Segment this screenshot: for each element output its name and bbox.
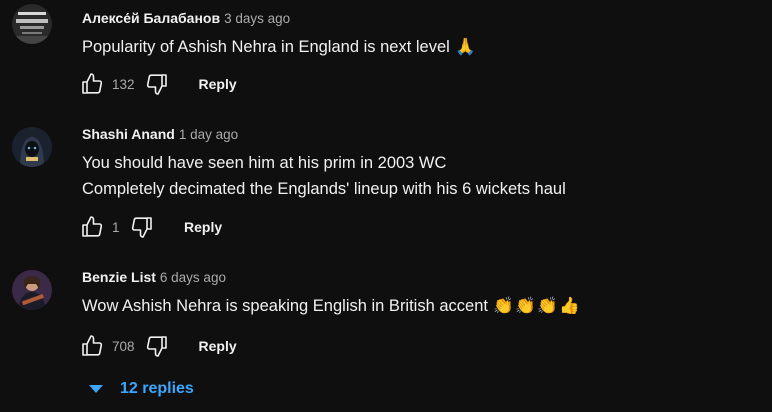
comment-text-line: You should have seen him at his prim in …: [82, 154, 447, 172]
avatar-photo-icon: [12, 127, 52, 167]
clapping-hands-emoji: 👏: [515, 297, 536, 315]
avatar[interactable]: [12, 127, 52, 167]
reply-button[interactable]: Reply: [199, 76, 237, 92]
comment-header: Shashi Anand 1 day ago: [82, 125, 238, 144]
thumbs-up-emoji: 👍: [559, 297, 580, 315]
author-name[interactable]: Benzie List: [82, 269, 156, 285]
replies-count-label: 12 replies: [120, 380, 194, 397]
thumbs-up-icon: [82, 73, 103, 94]
comment-actions: 132 Reply: [80, 70, 237, 98]
dislike-button[interactable]: [130, 215, 154, 239]
thumbs-up-icon: [82, 216, 103, 237]
avatar-photo-icon: [12, 4, 52, 44]
comment-text: Popularity of Ashish Nehra in England is…: [82, 34, 476, 60]
like-button[interactable]: [80, 334, 104, 358]
comment-actions: 1 Reply: [80, 213, 222, 241]
dislike-button[interactable]: [145, 334, 169, 358]
comment-text-line: Wow Ashish Nehra is speaking English in …: [82, 297, 488, 315]
reply-button[interactable]: Reply: [199, 338, 237, 354]
clapping-hands-emoji: 👏: [493, 297, 514, 315]
comment-timestamp[interactable]: 6 days ago: [160, 270, 226, 285]
dislike-button[interactable]: [145, 72, 169, 96]
avatar-photo-icon: [12, 270, 52, 310]
clapping-hands-emoji: 👏: [537, 297, 558, 315]
comment-header: Алексе́й Балабанов 3 days ago: [82, 9, 290, 28]
view-replies-button[interactable]: 12 replies: [88, 377, 194, 401]
reply-button[interactable]: Reply: [184, 219, 222, 235]
like-button[interactable]: [80, 215, 104, 239]
comment-text-line: Completely decimated the Englands' lineu…: [82, 180, 566, 198]
like-button[interactable]: [80, 72, 104, 96]
avatar[interactable]: [12, 4, 52, 44]
comment-actions: 708 Reply: [80, 332, 237, 360]
comment-text: You should have seen him at his prim in …: [82, 150, 566, 202]
like-count: 708: [112, 338, 135, 354]
comment-text-line: Popularity of Ashish Nehra in England is…: [82, 38, 450, 56]
comment-timestamp[interactable]: 3 days ago: [224, 11, 290, 26]
like-count: 132: [112, 76, 135, 92]
thumbs-down-icon: [146, 336, 167, 357]
comment-header: Benzie List 6 days ago: [82, 268, 226, 287]
avatar[interactable]: [12, 270, 52, 310]
comment-text: Wow Ashish Nehra is speaking English in …: [82, 293, 581, 319]
caret-down-icon: [89, 385, 103, 393]
folded-hands-emoji: 🙏: [455, 38, 476, 56]
like-count: 1: [112, 219, 120, 235]
thumbs-up-icon: [82, 335, 103, 356]
thumbs-down-icon: [131, 217, 152, 238]
comment-timestamp[interactable]: 1 day ago: [179, 127, 238, 142]
author-name[interactable]: Shashi Anand: [82, 126, 175, 142]
author-name[interactable]: Алексе́й Балабанов: [82, 10, 220, 26]
thumbs-down-icon: [146, 74, 167, 95]
